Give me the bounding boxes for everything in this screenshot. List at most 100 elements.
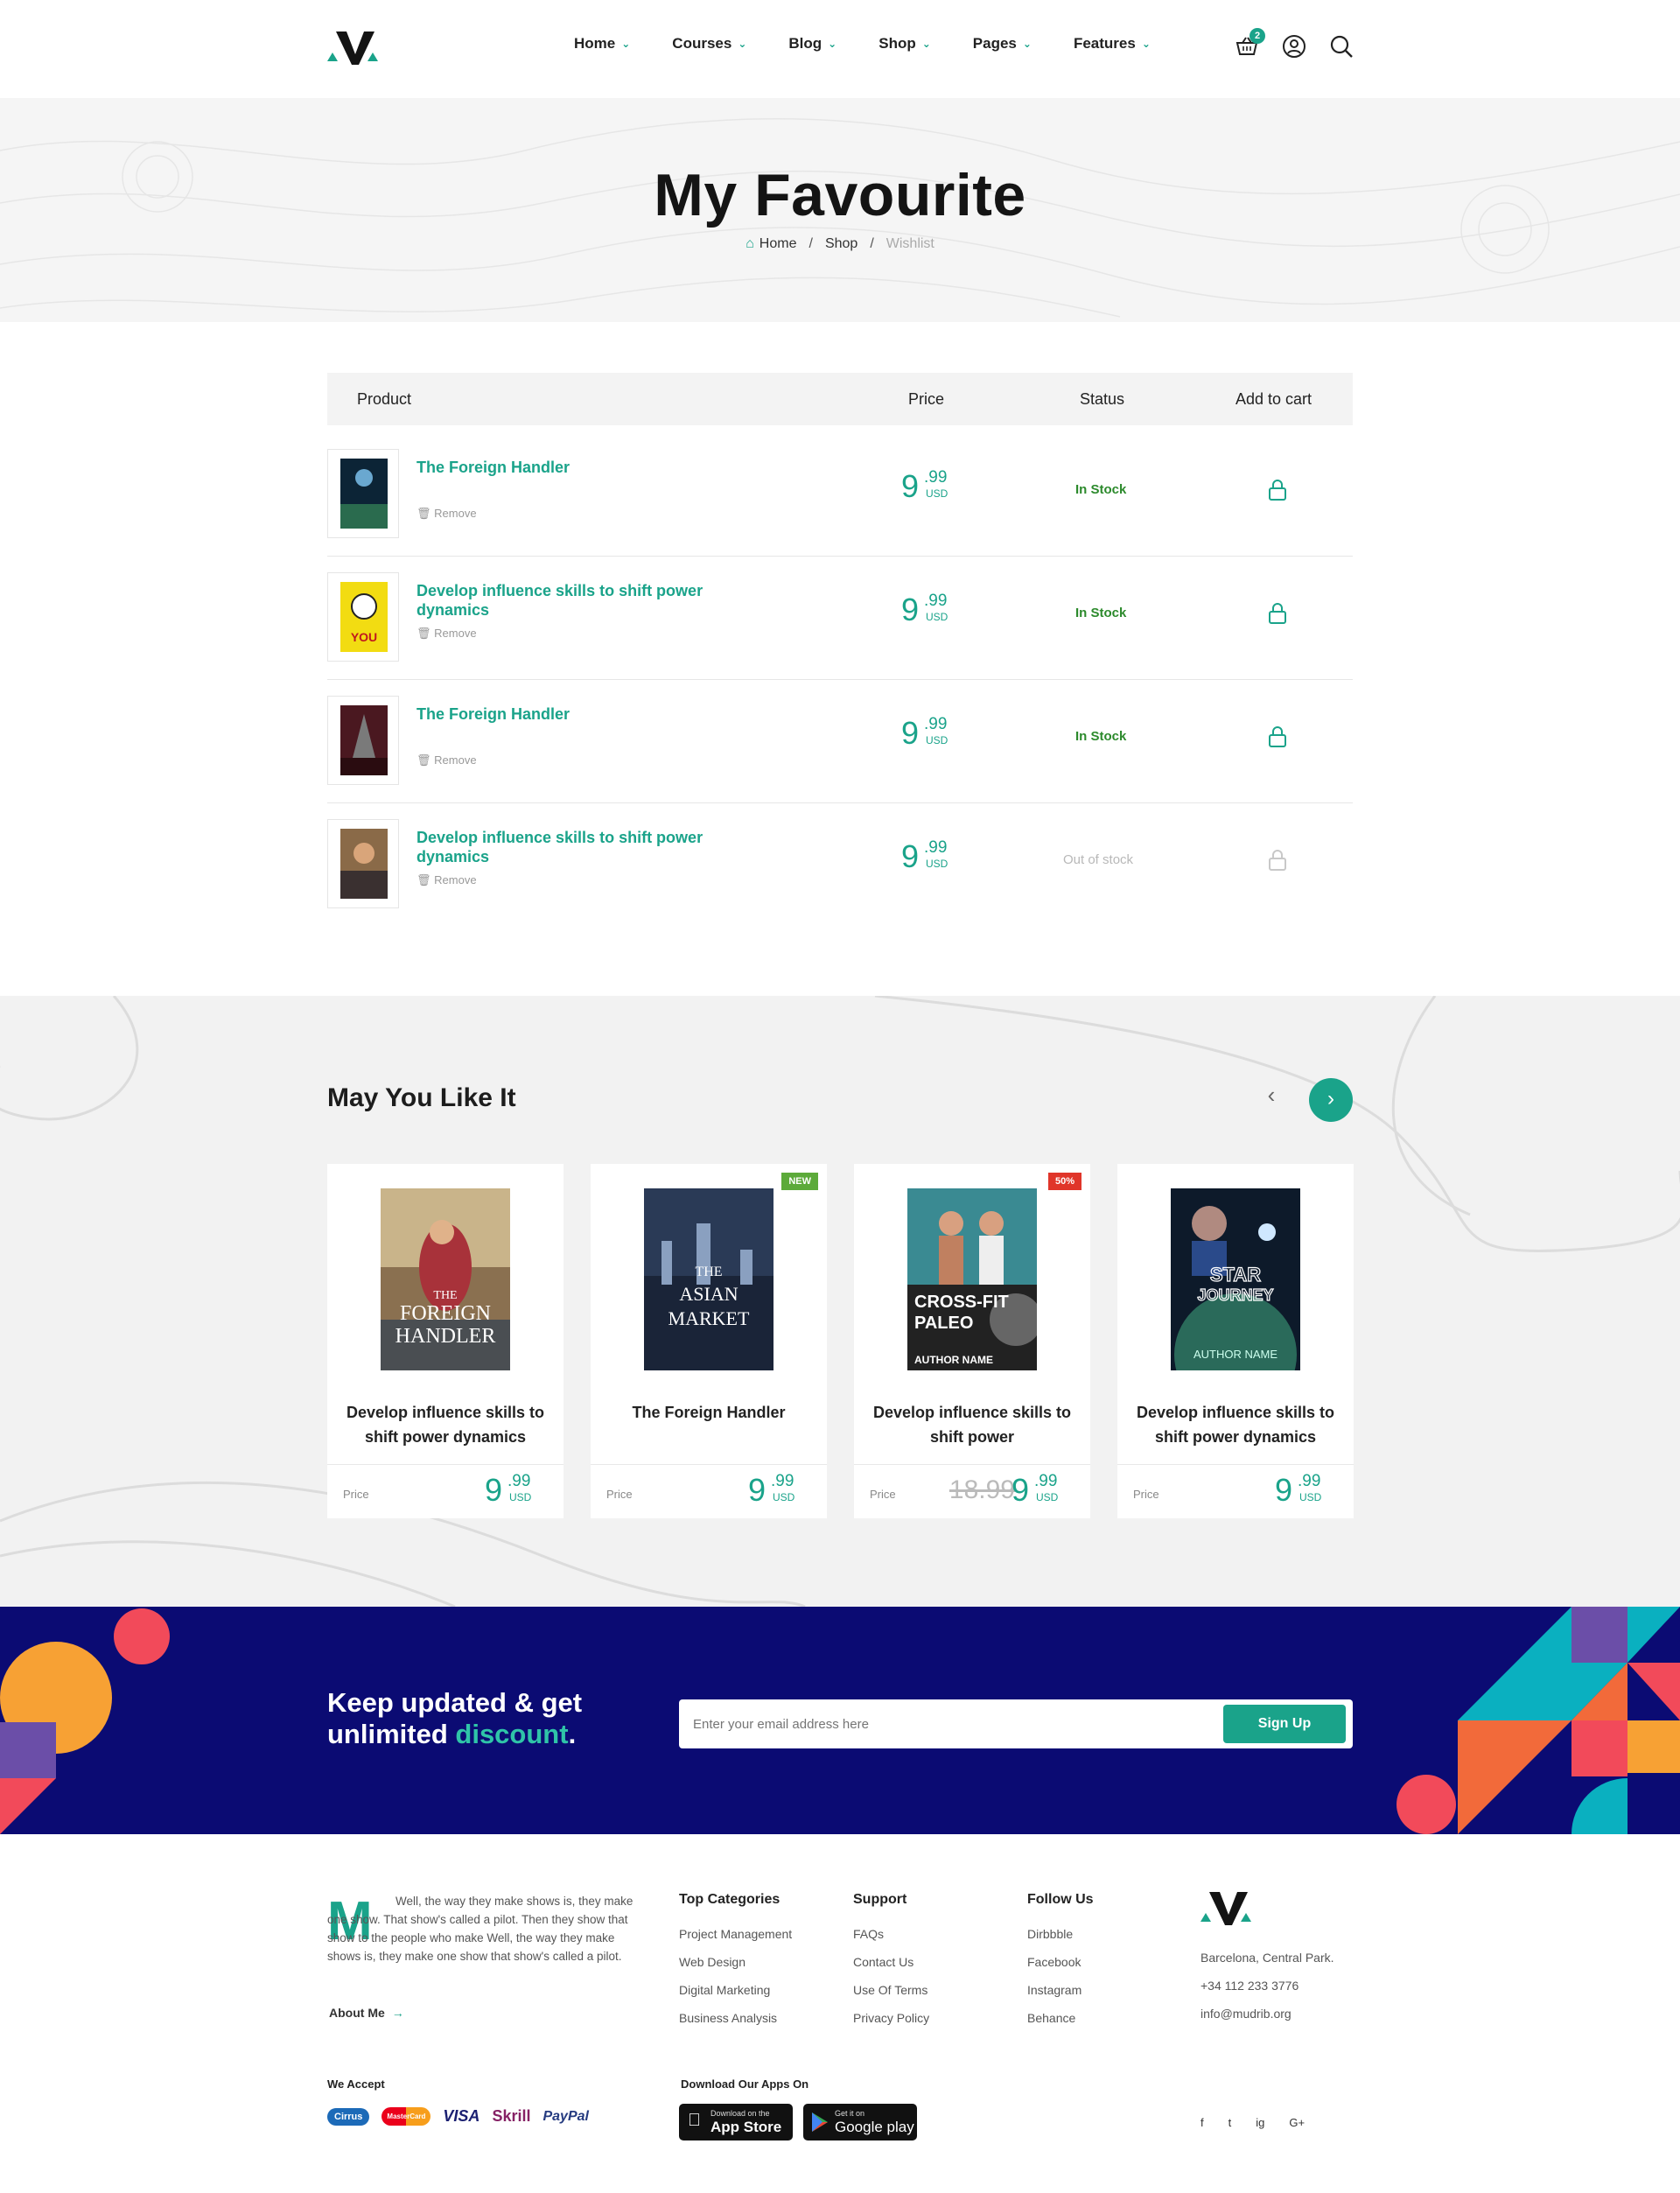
footer-link[interactable]: Use Of Terms [853,1976,929,2004]
price-currency: USD [926,611,948,623]
paypal-icon: PayPal [542,2108,589,2124]
nav-features[interactable]: Features ⌄ [1074,35,1151,53]
sign-up-button[interactable]: Sign Up [1223,1705,1346,1743]
product-name[interactable]: The Foreign Handler [599,1400,818,1425]
product-card[interactable]: THE FOREIGN HANDLER Develop influence sk… [327,1164,564,1518]
lock-icon[interactable] [1268,725,1287,748]
footer-col-follow: Follow Us Dirbbble Facebook Instagram Be… [1027,1892,1094,2032]
table-row: Develop influence skills to shift power … [327,803,1353,927]
breadcrumb-home[interactable]: Home [760,236,797,251]
lock-icon[interactable] [1268,479,1287,501]
carousel-next-button[interactable]: › [1309,1078,1353,1122]
breadcrumb-shop[interactable]: Shop [825,236,858,251]
product-name[interactable]: Develop influence skills to shift power [863,1400,1082,1449]
footer-col-title: Top Categories [679,1892,780,1907]
footer-link[interactable]: Behance [1027,2004,1094,2032]
price-int: 9 [748,1472,766,1508]
book-cover-power-of-you: YOU [340,582,388,652]
price-currency: USD [1036,1491,1059,1503]
product-thumbnail[interactable] [327,449,399,538]
price-currency: USD [509,1491,532,1503]
footer-link[interactable]: Instagram [1027,1976,1094,2004]
col-add-to-cart: Add to cart [1236,390,1312,408]
facebook-icon[interactable]: f [1200,2116,1204,2129]
site-logo[interactable] [327,28,380,67]
product-name-link[interactable]: The Foreign Handler [416,458,723,477]
footer-link[interactable]: Facebook [1027,1948,1094,1976]
nav-home[interactable]: Home ⌄ [574,35,630,53]
footer-link[interactable]: Privacy Policy [853,2004,929,2032]
product-name[interactable]: Develop influence skills to shift power … [1126,1400,1345,1449]
email-input[interactable] [693,1712,1166,1736]
remove-button[interactable]: 🗑 Remove [416,627,477,641]
product-name-link[interactable]: The Foreign Handler [416,704,723,724]
divider [854,1464,1090,1465]
contact-email[interactable]: info@mudrib.org [1200,2000,1334,2028]
book-cover-foreign-handler [340,829,388,899]
cart-button[interactable]: 2 [1234,28,1265,60]
remove-button[interactable]: 🗑 Remove [416,873,477,887]
footer-link[interactable]: Web Design [679,1948,792,1976]
carousel-prev-button[interactable]: ‹ [1256,1080,1286,1110]
product-thumbnail[interactable] [327,696,399,785]
price-dec: .99 [1034,1472,1058,1490]
nav-courses[interactable]: Courses ⌄ [672,35,746,53]
twitter-icon[interactable]: t [1228,2116,1232,2129]
new-badge: NEW [781,1173,818,1190]
product-name-link[interactable]: Develop influence skills to shift power … [416,581,723,620]
app-store-button[interactable]:  Download on the App Store [679,2104,793,2140]
book-cover-image: STAR JOURNEY AUTHOR NAME [1171,1188,1300,1370]
app-store-big: App Store [710,2119,782,2135]
cover-line3: HANDLER [396,1325,496,1348]
mastercard-icon: MasterCard [382,2107,431,2126]
price-dec: .99 [1298,1472,1321,1490]
newsletter-period: . [568,1719,577,1749]
product-price: 9.99 USD [1012,1472,1073,1508]
remove-button[interactable]: 🗑 Remove [416,507,477,521]
product-name-link[interactable]: Develop influence skills to shift power … [416,828,723,866]
product-thumbnail[interactable] [327,819,399,908]
google-plus-icon[interactable]: G+ [1289,2116,1305,2129]
price-dec: .99 [924,838,948,857]
footer-link[interactable]: Business Analysis [679,2004,792,2032]
cover-line2: FOREIGN [400,1302,491,1325]
instagram-icon[interactable]: ig [1256,2116,1264,2129]
nav-blog[interactable]: Blog ⌄ [788,35,836,53]
contact-phone[interactable]: +34 112 233 3776 [1200,1972,1334,2000]
arrow-right-icon: → [391,2006,404,2020]
product-name[interactable]: Develop influence skills to shift power … [336,1400,555,1449]
footer-logo[interactable] [1200,1888,1253,1927]
product-price: 9.99 USD [901,468,954,505]
footer-link[interactable]: Project Management [679,1920,792,1948]
chevron-down-icon: ⌄ [621,38,631,50]
svg-text:YOU: YOU [351,630,377,644]
about-me-link[interactable]: About Me → [329,2006,404,2020]
trash-icon: 🗑 [416,873,431,886]
nav-pages[interactable]: Pages ⌄ [973,35,1032,53]
newsletter-heading: Keep updated & get unlimited discount. [327,1687,582,1750]
nav-shop[interactable]: Shop ⌄ [878,35,931,53]
footer-link[interactable]: FAQs [853,1920,929,1948]
price-int: 9 [901,592,920,627]
product-thumbnail[interactable]: YOU [327,572,399,662]
product-card[interactable]: CROSS-FIT PALEO AUTHOR NAME 50% Develop … [854,1164,1090,1518]
cover-line1: STAR [1210,1264,1261,1286]
status-badge: In Stock [1075,606,1127,620]
google-play-button[interactable]: Get it on Google play [803,2104,917,2140]
search-button[interactable] [1328,33,1354,60]
book-cover-image: THE ASIAN MARKET [644,1188,774,1370]
product-card[interactable]: THE ASIAN MARKET NEW The Foreign Handler… [591,1164,827,1518]
lock-icon[interactable] [1268,602,1287,625]
col-price: Price [908,390,945,408]
remove-button[interactable]: 🗑 Remove [416,753,477,767]
page-title: My Favourite [654,162,1026,228]
breadcrumb-separator: / [870,236,874,251]
footer-link[interactable]: Dirbbble [1027,1920,1094,1948]
product-card[interactable]: STAR JOURNEY AUTHOR NAME Develop influen… [1117,1164,1354,1518]
recommendations-section: May You Like It ‹ › THE FOREIGN HANDLER … [0,996,1680,1607]
status-badge: Out of stock [1063,852,1134,867]
price-int: 9 [1275,1472,1293,1508]
footer-link[interactable]: Contact Us [853,1948,929,1976]
footer-link[interactable]: Digital Marketing [679,1976,792,2004]
account-button[interactable] [1281,33,1307,60]
